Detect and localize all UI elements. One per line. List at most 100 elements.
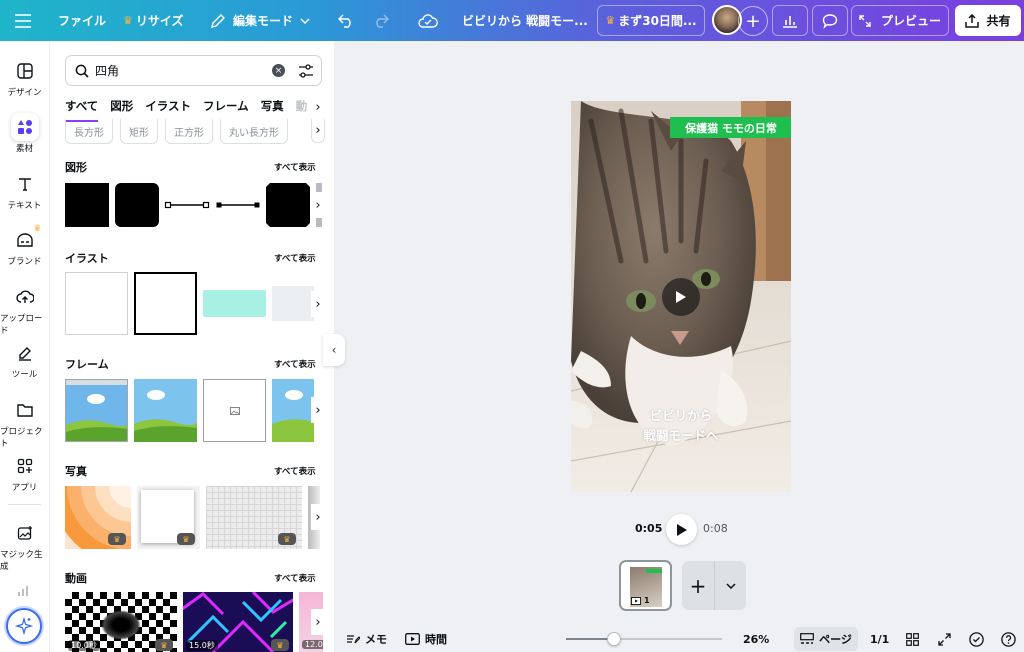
insights-button[interactable] [772, 5, 808, 36]
add-page-button[interactable]: + [682, 561, 714, 610]
grid-view-icon[interactable] [906, 626, 919, 652]
frame-landscape[interactable] [134, 379, 197, 442]
pen-tool-icon [11, 339, 39, 367]
rail-item-elements[interactable]: 素材 [0, 113, 49, 169]
share-button[interactable]: 共有 [955, 5, 1021, 36]
see-all-videos[interactable]: すべて表示 [274, 572, 316, 584]
illust-mint-rectangle[interactable] [203, 290, 266, 317]
notes-button[interactable]: メモ [346, 626, 387, 652]
fullscreen-icon[interactable] [938, 626, 951, 652]
pages-button[interactable]: ページ [794, 627, 858, 651]
help-icon[interactable] [1001, 626, 1016, 652]
search-input[interactable]: 四角 [95, 62, 119, 79]
photo-orange-gradient[interactable]: ♛ [65, 486, 131, 549]
comment-icon [822, 13, 838, 29]
undo-icon[interactable] [338, 0, 354, 41]
frame-landscape-browser[interactable] [65, 379, 128, 442]
shape-line-square-ends[interactable] [164, 183, 210, 227]
edit-mode-dropdown[interactable]: 編集モード [210, 0, 310, 41]
video-play-button[interactable] [662, 278, 700, 316]
section-title-videos: 動画 [65, 572, 87, 585]
see-all-illustrations[interactable]: すべて表示 [274, 252, 316, 264]
rail-item-text[interactable]: テキスト [0, 170, 49, 226]
illustrations-next-icon[interactable]: › [311, 291, 325, 317]
timing-button[interactable]: 時間 [405, 626, 447, 652]
chip-box[interactable]: 矩形 [120, 119, 158, 144]
rail-item-uploads[interactable]: アップロード [0, 283, 49, 339]
file-menu[interactable]: ファイル [58, 0, 106, 41]
image-placeholder-icon [229, 406, 240, 415]
illust-thin-square[interactable] [65, 272, 128, 335]
zoom-value[interactable]: 26% [743, 626, 769, 652]
zoom-slider[interactable] [566, 626, 722, 652]
section-title-illustrations: イラスト [65, 252, 109, 265]
chip-square[interactable]: 正方形 [165, 119, 213, 144]
comment-button[interactable] [812, 5, 848, 36]
chevron-down-icon [725, 582, 736, 589]
shape-octagon-square[interactable] [266, 183, 310, 227]
rail-label: ブランド [7, 257, 42, 267]
rail-label: アップロード [0, 314, 43, 336]
photo-grid-paper[interactable]: ♛ [206, 486, 302, 549]
video-checker-tunnel[interactable]: 10.0秒 ♛ [65, 592, 177, 652]
frame-empty[interactable] [203, 379, 266, 442]
illust-bold-square[interactable] [134, 272, 197, 335]
resize-button[interactable]: ♛ リサイズ [123, 0, 184, 41]
elements-icon [10, 113, 39, 141]
rail-item-apps[interactable]: アプリ [0, 452, 49, 508]
document-title[interactable]: ビビリから 戦闘モー... [462, 0, 588, 41]
rail-item-brand[interactable]: ♛ ブランド [0, 224, 49, 282]
frames-next-icon[interactable]: › [311, 397, 325, 423]
shapes-next-icon[interactable]: › [311, 192, 325, 218]
rail-item-tools[interactable]: ツール [0, 339, 49, 395]
page-thumbnail[interactable]: 1 [619, 560, 672, 611]
filter-icon[interactable] [298, 64, 314, 78]
see-all-photos[interactable]: すべて表示 [274, 465, 316, 477]
title-banner[interactable]: 保護猫 モモの日常 [670, 117, 791, 138]
cloud-saved-icon[interactable] [418, 0, 438, 41]
frame-landscape-partial[interactable] [272, 379, 314, 442]
caption-text[interactable]: ビビリから 戦闘モードへ [571, 406, 791, 446]
rail-item-projects[interactable]: プロジェクト [0, 396, 49, 452]
edit-mode-label: 編集モード [233, 14, 294, 28]
text-icon [11, 170, 39, 198]
shape-square[interactable] [65, 183, 109, 227]
design-canvas[interactable]: 保護猫 モモの日常 ビビリから 戦闘モードへ [571, 101, 791, 492]
add-collaborator-button[interactable]: + [738, 6, 768, 36]
video-neon-lines[interactable]: 15.0秒 ♛ [183, 592, 293, 652]
illust-gray-rectangle[interactable] [272, 286, 314, 321]
rail-item-design[interactable]: デザイン [0, 57, 49, 113]
chips-next-icon[interactable]: › [311, 119, 325, 143]
check-icon[interactable] [969, 626, 984, 652]
see-all-frames[interactable]: すべて表示 [274, 358, 316, 370]
redo-icon[interactable] [373, 0, 389, 41]
photo-white-frame[interactable]: ♛ [137, 486, 200, 549]
magic-sparkle-button[interactable] [6, 608, 42, 644]
add-page-options-button[interactable] [715, 561, 746, 610]
chip-rectangle[interactable]: 長方形 [65, 119, 113, 144]
clear-search-icon[interactable]: × [272, 64, 285, 77]
upload-cloud-icon [11, 283, 39, 311]
collapse-panel-button[interactable]: ‹ [323, 334, 345, 366]
shape-line-filled-ends[interactable] [215, 183, 261, 227]
shape-rounded-square[interactable] [115, 183, 159, 227]
hamburger-icon[interactable] [14, 0, 32, 41]
timeline-play-button[interactable] [666, 514, 697, 545]
plus-icon: + [689, 573, 707, 598]
chip-rounded-rectangle[interactable]: 丸い長方形 [220, 119, 288, 144]
trial-button[interactable]: ♛ まず30日間... [597, 5, 705, 36]
tabs-next-icon[interactable]: › [311, 98, 325, 116]
preview-button[interactable]: プレビュー [851, 5, 949, 36]
pages-icon [800, 633, 815, 644]
rail-item-magic[interactable]: マジック生成 [0, 519, 49, 575]
videos-next-icon[interactable]: › [311, 609, 325, 635]
crown-icon: ♛ [33, 224, 42, 234]
search-box[interactable]: 四角 × [65, 55, 322, 86]
premium-badge: ♛ [108, 533, 126, 545]
trial-label: まず30日間... [618, 14, 697, 28]
zoom-knob[interactable] [606, 632, 621, 646]
see-all-shapes[interactable]: すべて表示 [274, 161, 316, 173]
rail-divider [8, 504, 41, 505]
share-upload-icon [965, 13, 980, 28]
photos-next-icon[interactable]: › [311, 504, 325, 530]
